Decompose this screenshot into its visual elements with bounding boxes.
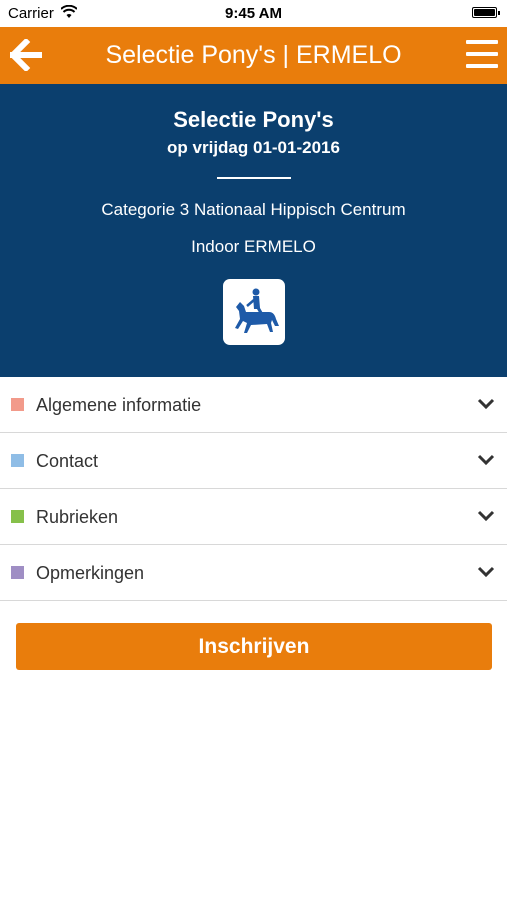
event-location: Indoor ERMELO (191, 237, 316, 256)
arrow-left-icon[interactable] (10, 39, 42, 71)
section-algemene-informatie[interactable]: Algemene informatie (0, 377, 507, 433)
hamburger-menu-icon[interactable] (466, 40, 498, 68)
chevron-down-icon (477, 510, 495, 522)
color-marker (11, 566, 24, 579)
color-marker (11, 510, 24, 523)
section-label: Algemene informatie (36, 395, 202, 415)
section-label: Rubrieken (36, 507, 119, 527)
color-marker (11, 398, 24, 411)
section-label: Opmerkingen (36, 563, 145, 583)
event-title: Selectie Pony's (173, 107, 334, 132)
section-label: Contact (36, 451, 99, 471)
section-list: Algemene informatie Contact Rubrieken Op… (0, 377, 507, 601)
nav-bar: Selectie Pony's | ERMELO (0, 27, 507, 84)
section-opmerkingen[interactable]: Opmerkingen (0, 545, 507, 601)
dressage-rider-icon (223, 279, 285, 345)
event-header: Selectie Pony's op vrijdag 01-01-2016 Ca… (0, 84, 507, 377)
clock: 9:45 AM (225, 5, 282, 22)
event-date: op vrijdag 01-01-2016 (167, 138, 340, 157)
chevron-down-icon (477, 566, 495, 578)
chevron-down-icon (477, 398, 495, 410)
status-bar: Carrier 9:45 AM (0, 0, 507, 27)
header-divider (217, 177, 291, 179)
event-category: Categorie 3 Nationaal Hippisch Centrum (101, 200, 406, 219)
section-contact[interactable]: Contact (0, 433, 507, 489)
inschrijven-button[interactable]: Inschrijven (16, 623, 492, 670)
color-marker (11, 454, 24, 467)
chevron-down-icon (477, 454, 495, 466)
section-rubrieken[interactable]: Rubrieken (0, 489, 507, 545)
page-title: Selectie Pony's | ERMELO (105, 41, 402, 69)
battery-icon (472, 7, 500, 18)
